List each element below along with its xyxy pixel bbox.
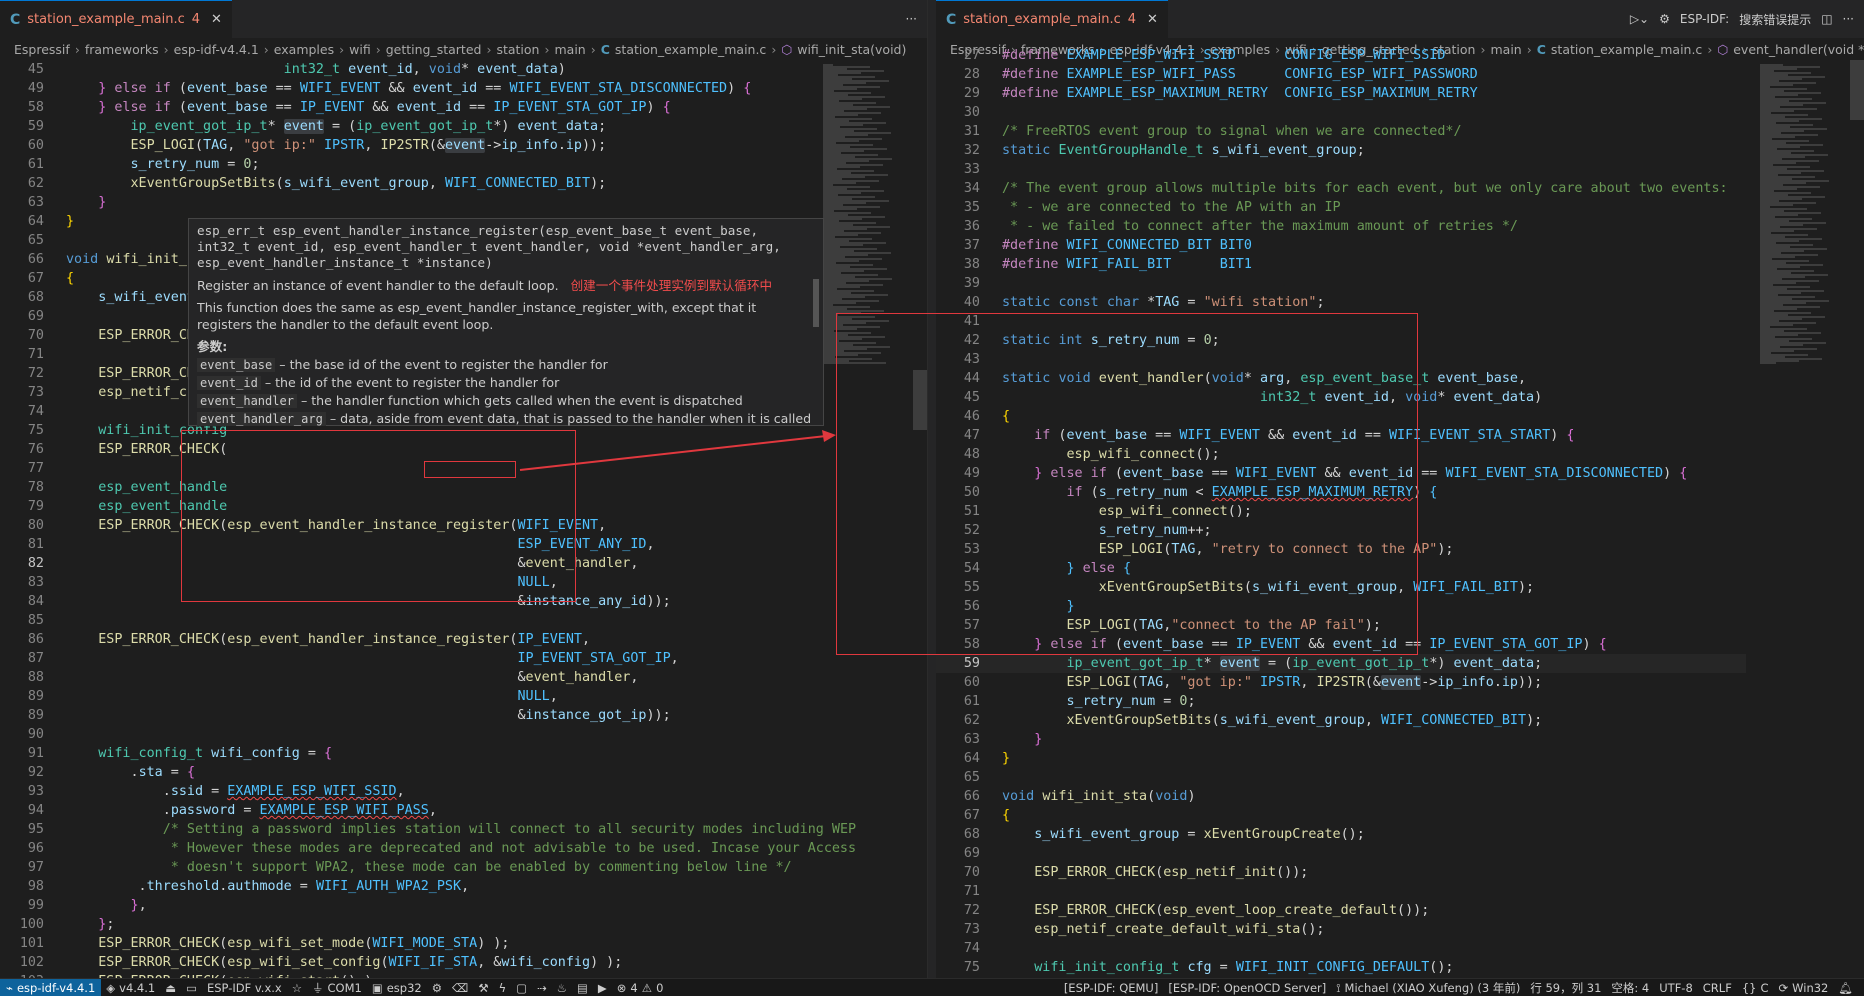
breadcrumb: Espressif › frameworks › esp-idf-v4.4.1 › e…	[14, 41, 907, 57]
status-bar: ⌁ esp-idf-v4.4.1 ◈ v4.4.1 ⏏ ▭ ESP-IDF v.x.…	[0, 978, 1864, 996]
tab-label: station_example_main.c	[27, 12, 185, 27]
line-ending[interactable]: CRLF	[1698, 979, 1737, 996]
close-icon[interactable]: ✕	[211, 12, 222, 27]
minimap[interactable]	[817, 60, 927, 978]
minimap-line	[823, 362, 886, 364]
cursor-position[interactable]: 行 59，列 31	[1525, 979, 1606, 996]
problem-count: 4	[1127, 12, 1137, 27]
right-tab-bar: C station_example_main.c 4 ✕ ▷⌄ ⚙ ESP-ID…	[936, 0, 1864, 38]
breadcrumb-item[interactable]: station	[496, 42, 539, 57]
hover-param: event_base – the base id of the event to…	[197, 356, 815, 374]
breadcrumb-item[interactable]: station_example_main.c	[615, 42, 766, 57]
minimap[interactable]	[1754, 60, 1864, 978]
debug-icon[interactable]: ⇢	[532, 979, 552, 996]
problem-count: 4	[191, 12, 201, 27]
vertical-scrollbar[interactable]	[913, 60, 927, 978]
hover-signature: esp_err_t esp_event_handler_instance_reg…	[197, 223, 781, 270]
sync-icon: ⟳	[1778, 981, 1789, 995]
remote-icon: ⌁	[6, 980, 13, 995]
flash-run-icon[interactable]: ϟ	[494, 979, 512, 996]
git-blame-item[interactable]: ⟟ Michael (XIAO Xufeng) (3 年前)	[1331, 979, 1525, 996]
openocd-item[interactable]: [ESP-IDF: OpenOCD Server]	[1163, 979, 1331, 996]
plug-icon: ⏚	[312, 980, 324, 995]
right-editor-group: C station_example_main.c 4 ✕ ▷⌄ ⚙ ESP-ID…	[936, 0, 1864, 978]
star-icon[interactable]: ☆	[287, 979, 307, 996]
left-code-editor[interactable]: 45 int32_t event_id, void* event_data) 4…	[0, 60, 927, 978]
right-code-editor[interactable]: 27 #define EXAMPLE_ESP_WIFI_SSID CONFIG_E…	[936, 48, 1864, 978]
tab-station-example-main-left[interactable]: C station_example_main.c 4 ✕	[0, 0, 232, 38]
encoding[interactable]: UTF-8	[1654, 979, 1698, 996]
terminal-icon[interactable]: ▤	[572, 979, 593, 996]
qemu-item[interactable]: [ESP-IDF: QEMU]	[1059, 979, 1164, 996]
more-actions-icon[interactable]: ···	[1843, 12, 1854, 26]
c-file-icon: C	[946, 11, 957, 28]
problems-item[interactable]: ⊗ 4 ⚠ 0	[612, 979, 669, 996]
code-area[interactable]: 27 #define EXAMPLE_ESP_WIFI_SSID CONFIG_E…	[936, 46, 1746, 977]
version-item[interactable]: ◈ v4.4.1	[101, 979, 160, 996]
platform-item[interactable]: ⟳ Win32	[1774, 979, 1834, 996]
search-error-button[interactable]: 搜索错误提示	[1739, 11, 1811, 28]
hover-tooltip: esp_err_t esp_event_handler_instance_reg…	[188, 218, 824, 426]
breadcrumb-item[interactable]: getting_started	[386, 42, 482, 57]
chip-icon: ▣	[371, 980, 383, 995]
c-file-icon: C	[600, 41, 610, 57]
vertical-scrollbar[interactable]	[1850, 60, 1864, 978]
breadcrumb-item[interactable]: frameworks	[85, 42, 159, 57]
hover-param: event_id – the id of the event to regist…	[197, 374, 815, 392]
breadcrumb-item[interactable]: wifi_init_sta(void)	[797, 42, 906, 57]
split-divider[interactable]	[928, 0, 936, 978]
language-mode[interactable]: {} C	[1737, 979, 1774, 996]
hover-summary: Register an instance of event handler to…	[197, 278, 559, 293]
gear-icon[interactable]: ⚙	[1659, 12, 1670, 26]
left-editor-group: C station_example_main.c 4 ✕ ··· Espress…	[0, 0, 928, 978]
esp-idf-version-item[interactable]: ESP-IDF v.x.x	[202, 979, 287, 996]
minimap-line	[1760, 362, 1776, 364]
c-file-icon: C	[10, 11, 21, 28]
run-task-icon[interactable]: ▶	[593, 979, 612, 996]
trash-icon[interactable]: ⌫	[447, 979, 473, 996]
fire-icon[interactable]: ♨	[552, 979, 572, 996]
settings-icon[interactable]: ⚙	[427, 979, 447, 996]
warning-icon: ⚠	[641, 980, 653, 995]
port-item[interactable]: ⏚ COM1	[307, 979, 367, 996]
hover-annotation: 创建一个事件处理实例到默认循环中	[570, 278, 773, 293]
close-icon[interactable]: ✕	[1147, 12, 1158, 27]
braces-icon: {}	[1741, 981, 1757, 995]
git-icon: ⟟	[1336, 980, 1341, 995]
left-tab-bar: C station_example_main.c 4 ✕ ···	[0, 0, 927, 38]
hover-description: This function does the same as esp_event…	[197, 300, 757, 332]
breadcrumb-item[interactable]: examples	[274, 42, 334, 57]
breadcrumb-item[interactable]: esp-idf-v4.4.1	[174, 42, 259, 57]
breadcrumb-item[interactable]: event_handler(void *, esp_eve	[1733, 42, 1864, 57]
tab-station-example-main-right[interactable]: C station_example_main.c 4 ✕	[936, 0, 1168, 38]
folder-icon[interactable]: ▭	[181, 979, 202, 996]
indentation[interactable]: 空格: 4	[1606, 979, 1654, 996]
breadcrumb-item[interactable]: Espressif	[14, 42, 70, 57]
hover-scrollbar[interactable]	[813, 279, 819, 327]
tag-icon: ◈	[106, 980, 116, 995]
function-symbol-icon: ⬡	[781, 41, 793, 57]
breadcrumb-item[interactable]: main	[554, 42, 585, 57]
error-icon: ⊗	[616, 980, 627, 995]
split-editor-icon[interactable]: ◫	[1821, 12, 1832, 26]
flash-icon[interactable]: ⏏	[160, 979, 181, 996]
remote-indicator[interactable]: ⌁ esp-idf-v4.4.1	[0, 978, 102, 996]
monitor-icon[interactable]: ▢	[511, 979, 532, 996]
bell-icon[interactable]: 🔔︎	[1833, 979, 1858, 996]
build-icon[interactable]: ⚒	[473, 979, 493, 996]
target-item[interactable]: ▣ esp32	[367, 979, 427, 996]
hover-param: event_handler_arg – data, aside from eve…	[197, 410, 815, 428]
breadcrumb-item[interactable]: wifi	[349, 42, 371, 57]
hover-param: event_handler – the handler function whi…	[197, 392, 815, 410]
tab-label: station_example_main.c	[963, 12, 1121, 27]
run-debug-icon[interactable]: ▷⌄	[1630, 12, 1649, 26]
code-area[interactable]: 45 int32_t event_id, void* event_data) 4…	[0, 60, 856, 978]
esp-idf-label[interactable]: ESP-IDF:	[1680, 12, 1729, 26]
more-actions-icon[interactable]: ···	[906, 12, 917, 26]
hover-params-title: 参数:	[197, 339, 228, 354]
